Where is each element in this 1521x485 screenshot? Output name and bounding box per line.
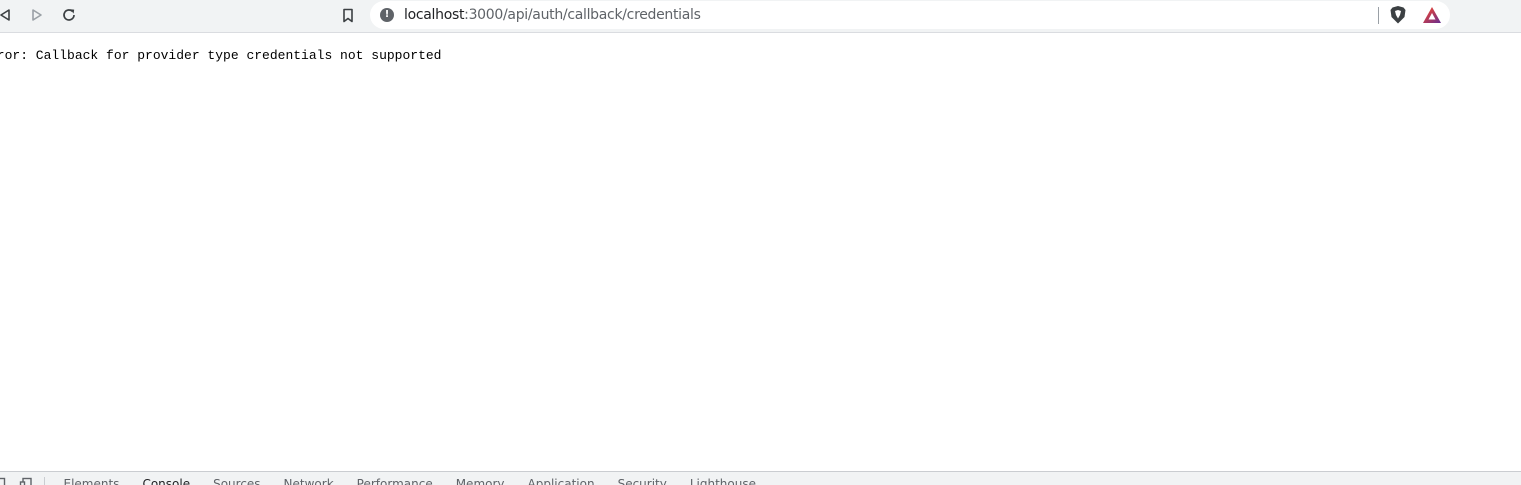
inspect-element-icon[interactable] (0, 477, 7, 485)
devtools-tab-console[interactable]: Console (131, 477, 202, 485)
url-host: localhost (404, 7, 465, 23)
devtools-tab-performance[interactable]: Performance (345, 477, 444, 485)
brave-shield-icon[interactable] (1388, 5, 1408, 25)
brave-rewards-icon[interactable] (1422, 6, 1442, 24)
devtools-panel: Elements Console Sources Network Perform… (0, 471, 1521, 485)
devtools-tab-security[interactable]: Security (606, 477, 678, 485)
bookmark-icon[interactable] (335, 0, 361, 30)
devtools-divider (44, 477, 45, 485)
devtools-tab-network[interactable]: Network (272, 477, 345, 485)
omnibox-divider (1378, 7, 1379, 24)
address-bar[interactable]: ! localhost:3000/api/auth/callback/crede… (370, 1, 1450, 29)
devtools-tabs: Elements Console Sources Network Perform… (52, 477, 768, 485)
site-info-icon[interactable]: ! (380, 8, 394, 22)
url-text[interactable]: localhost:3000/api/auth/callback/credent… (404, 7, 701, 24)
devtools-tab-elements[interactable]: Elements (52, 477, 131, 485)
device-toolbar-icon[interactable] (19, 477, 33, 485)
devtools-tab-sources[interactable]: Sources (202, 477, 272, 485)
browser-toolbar: ! localhost:3000/api/auth/callback/crede… (0, 0, 1521, 33)
reload-icon[interactable] (56, 0, 82, 30)
back-arrow-icon[interactable] (0, 0, 18, 30)
url-path: :3000/api/auth/callback/credentials (464, 7, 701, 23)
devtools-tab-lighthouse[interactable]: Lighthouse (678, 477, 767, 485)
forward-arrow-icon[interactable] (24, 0, 50, 30)
page-content: rror: Callback for provider type credent… (0, 34, 1521, 471)
devtools-tab-application[interactable]: Application (516, 477, 606, 485)
error-message: rror: Callback for provider type credent… (0, 48, 442, 63)
devtools-tab-memory[interactable]: Memory (444, 477, 516, 485)
